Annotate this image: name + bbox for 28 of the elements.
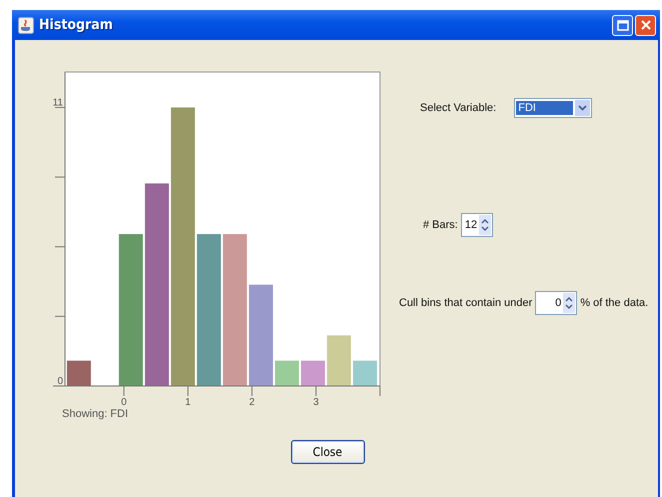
x-tick-label: 3 <box>313 397 319 408</box>
coffee-cup-icon <box>18 16 34 34</box>
histogram-bar <box>353 360 378 386</box>
close-icon <box>640 19 652 31</box>
x-tick-label: 2 <box>249 397 255 408</box>
histogram-bar <box>274 360 299 386</box>
bars-spinner[interactable]: 12 <box>460 213 494 237</box>
maximize-icon <box>616 20 628 30</box>
variable-dropdown[interactable]: FDI <box>514 98 592 118</box>
spinner-arrows-icon <box>563 293 576 313</box>
close-dialog-button[interactable]: Close <box>290 440 364 464</box>
x-tick-label: 0 <box>121 397 127 408</box>
select-variable-label: Select Variable: <box>420 102 496 114</box>
window-title: Histogram <box>39 17 114 33</box>
bars-label: # Bars: <box>423 219 458 231</box>
y-tick-label: 11 <box>52 97 63 108</box>
histogram-bar <box>300 360 325 386</box>
histogram-bar <box>326 335 351 386</box>
spinner-arrows-icon <box>479 215 492 235</box>
cull-bins-suffix: % of the data. <box>580 297 648 309</box>
chart-caption: Showing: FDI <box>62 408 130 420</box>
cull-bins-label: Cull bins that contain under <box>399 297 532 309</box>
cull-spinner[interactable]: 0 <box>535 291 578 315</box>
close-button[interactable] <box>635 14 656 36</box>
x-tick-label: 1 <box>185 397 191 408</box>
maximize-button[interactable] <box>612 14 633 36</box>
histogram-bar <box>66 360 91 386</box>
y-tick-label: 0 <box>57 376 63 387</box>
